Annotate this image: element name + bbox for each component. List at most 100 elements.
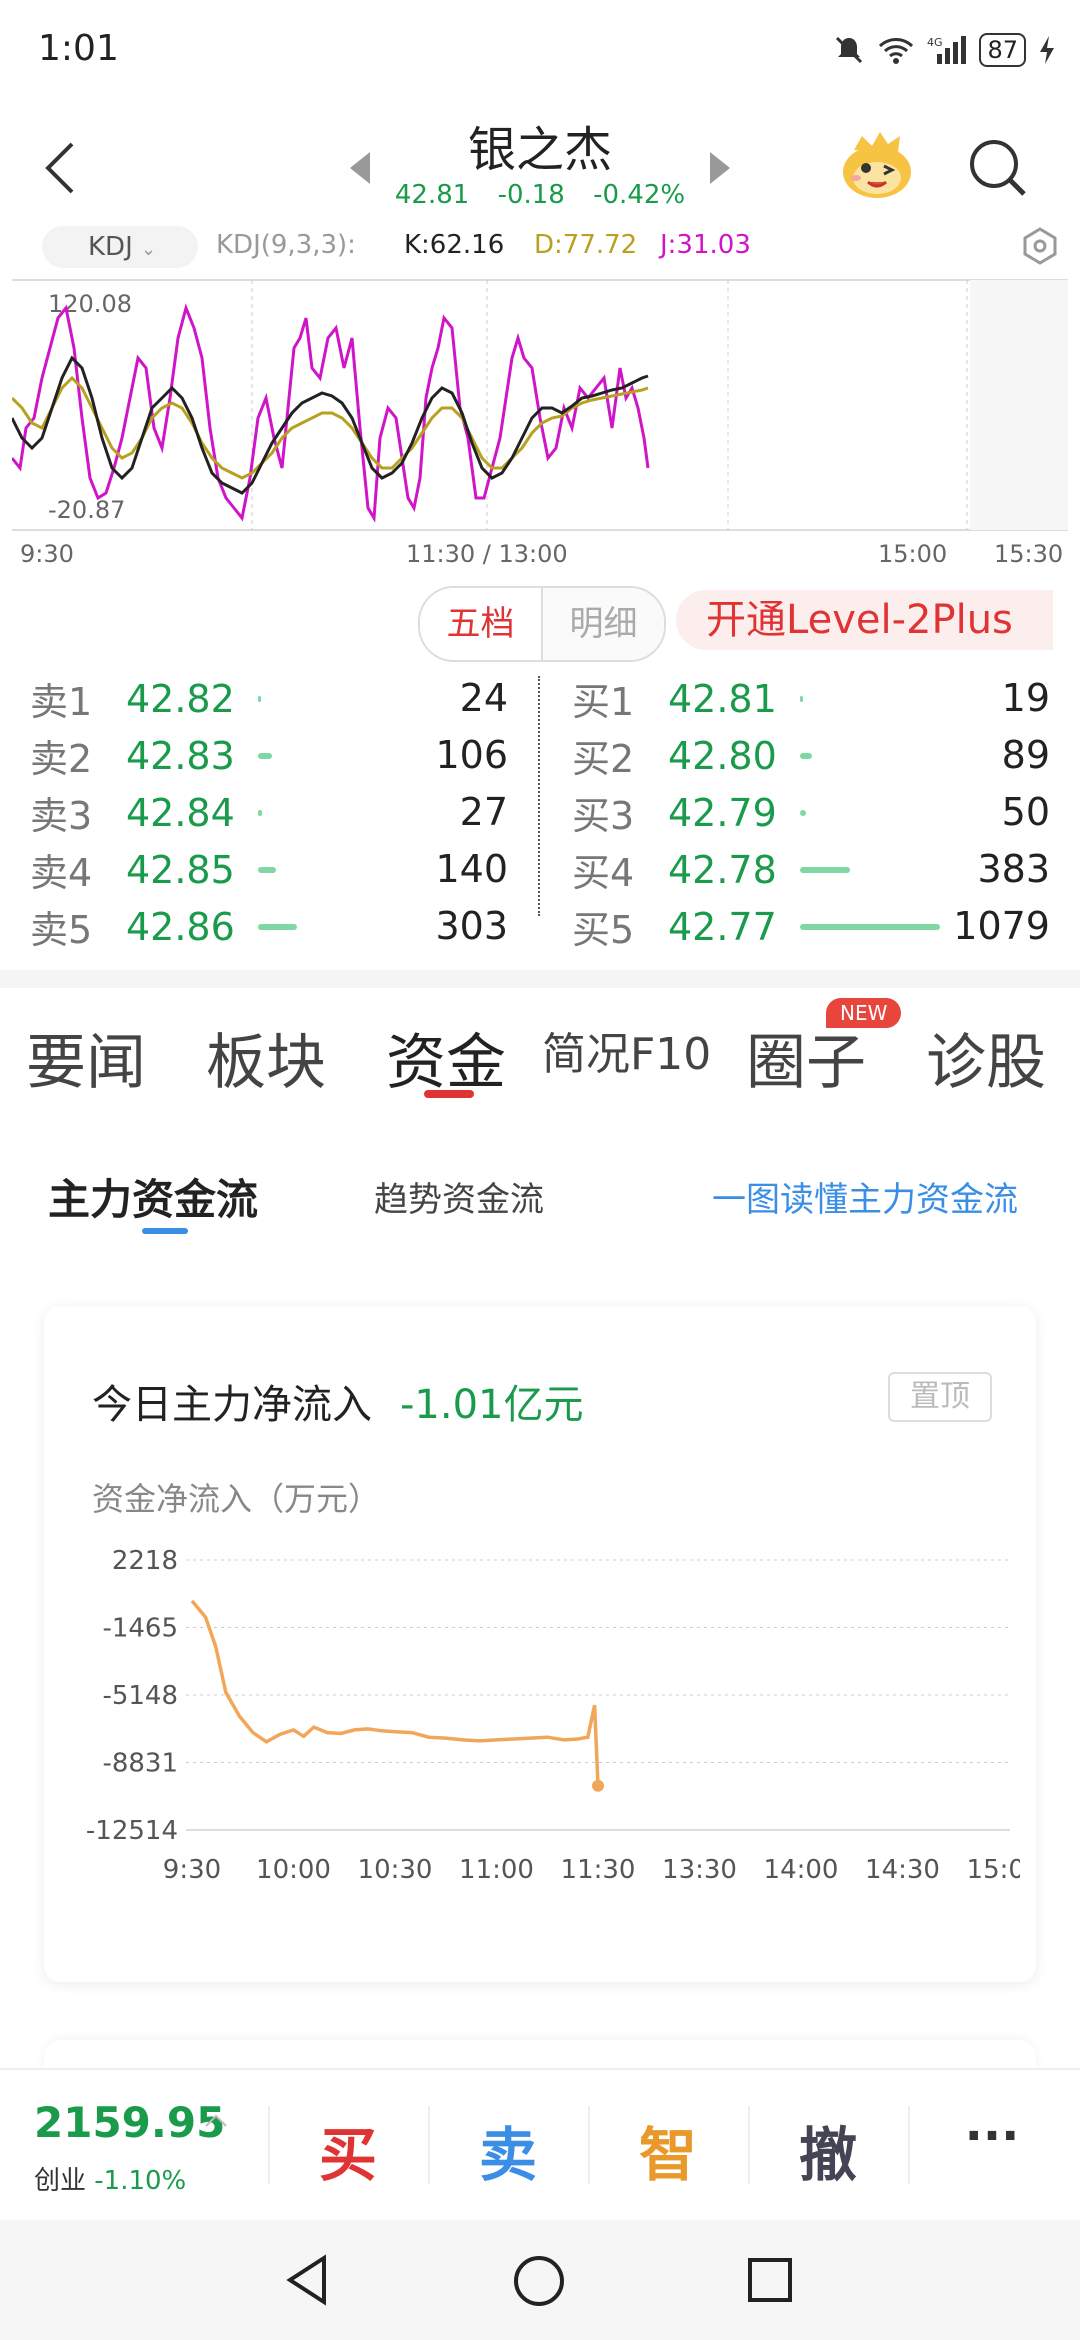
mute-icon xyxy=(836,36,863,64)
tab-five-levels[interactable]: 五档 xyxy=(420,588,543,660)
tab-diagnosis[interactable]: 诊股 xyxy=(926,1014,1046,1101)
bid-price: 42.81 xyxy=(668,676,777,721)
index-name: 创业 -1.10% xyxy=(34,2160,186,2197)
kdj-chart[interactable]: 120.08 -20.87 xyxy=(12,278,1068,533)
status-time: 1:01 xyxy=(38,28,119,69)
bid-volume: 89 xyxy=(1001,733,1050,777)
ask-level-label: 卖5 xyxy=(30,908,93,952)
chart-unit-label: 资金净流入（万元） xyxy=(92,1480,381,1518)
bid-volume: 19 xyxy=(1001,676,1050,720)
bid-level-label: 买2 xyxy=(572,737,635,781)
chevron-down-icon: ⌄ xyxy=(141,239,157,260)
level2-upgrade-button[interactable]: 开通Level-2Plus xyxy=(676,590,1053,650)
bid-row[interactable]: 买3 42.79 xyxy=(572,784,806,841)
bid-volume-bar xyxy=(800,866,850,873)
bid-volume-bar xyxy=(800,695,803,702)
new-badge: NEW xyxy=(826,998,902,1028)
mascot-icon[interactable] xyxy=(840,128,914,200)
stock-price: 42.81 xyxy=(394,180,470,210)
bid-price: 42.80 xyxy=(668,733,777,778)
ask-row[interactable]: 卖1 42.82 xyxy=(30,670,261,727)
net-inflow-line xyxy=(190,1599,600,1786)
stock-change: -0.18 xyxy=(497,180,565,210)
ask-price: 42.82 xyxy=(126,676,235,721)
ask-volume: 106 xyxy=(435,733,508,777)
ask-level-label: 卖3 xyxy=(30,794,93,838)
bid-price: 42.79 xyxy=(668,790,777,835)
guide-link[interactable]: 一图读懂主力资金流 xyxy=(712,1172,1018,1221)
ask-row[interactable]: 卖5 42.86 xyxy=(30,898,297,955)
time-label-close: 15:00 xyxy=(878,540,948,568)
tab-news[interactable]: 要闻 xyxy=(26,1014,146,1101)
bid-row[interactable]: 买1 42.81 xyxy=(572,670,803,727)
indicator-settings-icon[interactable] xyxy=(1020,226,1060,266)
x-tick-label: 9:30 xyxy=(163,1855,221,1885)
chevron-up-icon[interactable] xyxy=(204,2112,228,2128)
kdj-d-value: D:77.72 xyxy=(534,230,638,260)
y-tick-label: -5148 xyxy=(102,1681,178,1711)
tab-detail[interactable]: 明细 xyxy=(543,588,664,660)
ask-price: 42.83 xyxy=(126,733,235,778)
ask-price: 42.84 xyxy=(126,790,235,835)
tab-f10[interactable]: 简况F10 xyxy=(542,1018,711,1082)
next-stock-icon[interactable] xyxy=(710,152,730,184)
indicator-selector[interactable]: KDJ ⌄ xyxy=(42,226,198,268)
indicator-selector-label: KDJ xyxy=(88,232,133,262)
subtab-trend-flow[interactable]: 趋势资金流 xyxy=(374,1172,544,1221)
bid-price: 42.78 xyxy=(668,847,777,892)
pin-button[interactable]: 置顶 xyxy=(888,1372,992,1422)
nav-home-icon[interactable] xyxy=(512,2254,566,2308)
smart-button[interactable]: 智 xyxy=(588,2108,748,2192)
y-tick-label: -1465 xyxy=(102,1614,178,1644)
kdj-d-line xyxy=(12,375,649,480)
bid-level-label: 买3 xyxy=(572,794,635,838)
x-tick-label: 10:30 xyxy=(358,1855,433,1885)
ask-volume: 27 xyxy=(459,790,508,834)
ask-volume-bar xyxy=(258,752,272,759)
ask-volume: 303 xyxy=(435,904,508,948)
section-divider xyxy=(0,970,1080,988)
bid-level-label: 买5 xyxy=(572,908,635,952)
separator xyxy=(908,2106,910,2184)
kdj-k-line xyxy=(12,355,649,495)
bid-row[interactable]: 买5 42.77 xyxy=(572,898,940,955)
bid-row[interactable]: 买2 42.80 xyxy=(572,727,812,784)
orderbook-divider xyxy=(538,676,540,916)
ask-row[interactable]: 卖2 42.83 xyxy=(30,727,272,784)
ask-volume: 24 xyxy=(459,676,508,720)
subtab-main-flow[interactable]: 主力资金流 xyxy=(48,1166,258,1227)
ask-level-label: 卖2 xyxy=(30,737,93,781)
index-value[interactable]: 2159.95 xyxy=(34,2098,225,2147)
ask-row[interactable]: 卖4 42.85 xyxy=(30,841,276,898)
card-title: 今日主力净流入 xyxy=(92,1382,372,1428)
net-inflow-value: -1.01亿元 xyxy=(400,1382,584,1428)
bid-volume: 1079 xyxy=(953,904,1050,948)
active-tab-indicator xyxy=(424,1090,474,1098)
ask-volume-bar xyxy=(258,923,297,930)
ask-volume-bar xyxy=(258,809,262,816)
tab-capital[interactable]: 资金 xyxy=(386,1014,506,1101)
kdj-params: KDJ(9,3,3): xyxy=(216,230,356,260)
bid-row[interactable]: 买4 42.78 xyxy=(572,841,850,898)
x-tick-label: 10:00 xyxy=(256,1855,331,1885)
tab-sector[interactable]: 板块 xyxy=(206,1014,326,1101)
ask-level-label: 卖4 xyxy=(30,851,93,895)
search-icon[interactable] xyxy=(966,136,1028,198)
bid-level-label: 买4 xyxy=(572,851,635,895)
sell-button[interactable]: 卖 xyxy=(428,2108,588,2192)
nav-back-icon[interactable] xyxy=(284,2254,332,2306)
bid-price: 42.77 xyxy=(668,904,777,949)
ask-row[interactable]: 卖3 42.84 xyxy=(30,784,262,841)
cancel-order-button[interactable]: 撤 xyxy=(748,2108,908,2192)
buy-button[interactable]: 买 xyxy=(268,2108,428,2192)
net-inflow-chart[interactable]: 2218 -1465 -5148 -8831 -12514 9:30 10:00 10:30 1… xyxy=(80,1530,1020,1900)
stock-quote: 42.81 -0.18 -0.42% xyxy=(0,180,1080,210)
ask-price: 42.85 xyxy=(126,847,235,892)
bid-volume: 383 xyxy=(977,847,1050,891)
svg-text:4G: 4G xyxy=(927,36,943,49)
nav-recents-icon[interactable] xyxy=(746,2256,794,2304)
bid-volume-bar xyxy=(800,809,806,816)
more-button[interactable]: ··· xyxy=(912,2108,1072,2164)
bid-volume-bar xyxy=(800,752,812,759)
bid-volume-bar xyxy=(800,923,940,930)
